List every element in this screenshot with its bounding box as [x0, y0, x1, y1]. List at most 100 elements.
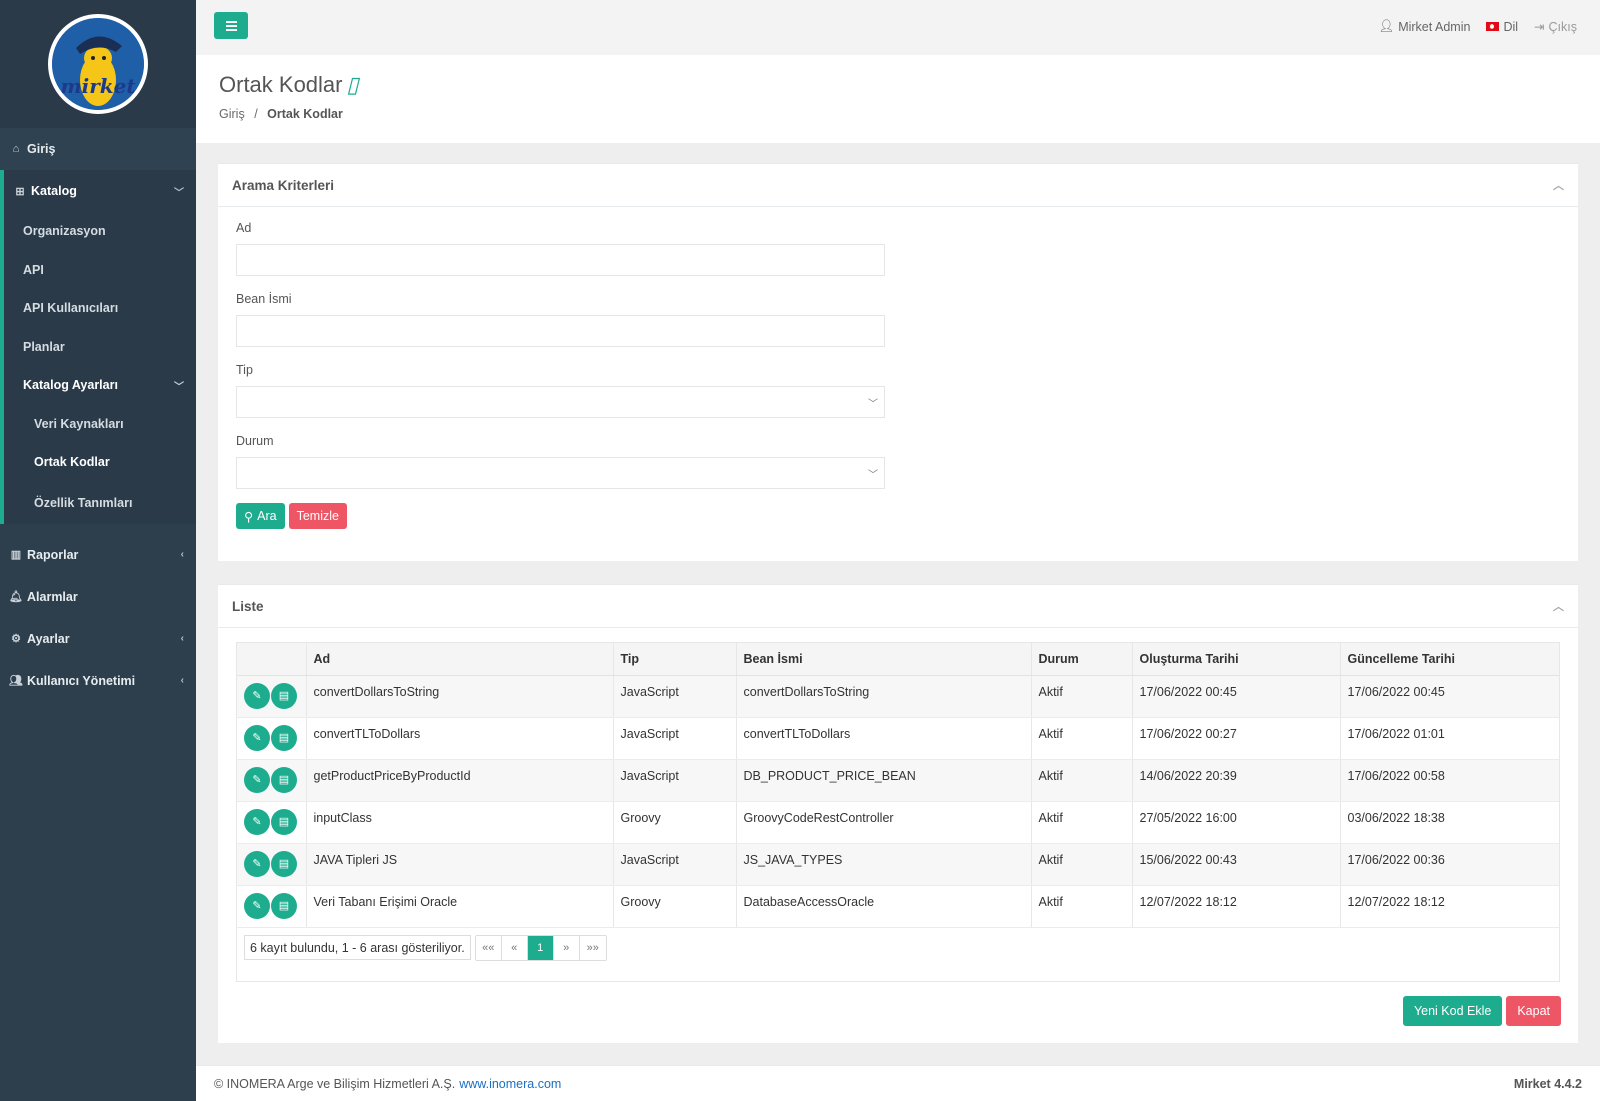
name-input[interactable] — [236, 244, 885, 276]
cell-tip: JavaScript — [613, 759, 737, 802]
document-icon[interactable]: ▤ — [271, 682, 297, 709]
cell-tip: JavaScript — [613, 843, 737, 886]
sidebar-item-api[interactable]: API — [4, 251, 196, 290]
language-link[interactable]: Dil — [1486, 19, 1518, 34]
row-actions: ✎ ▤ — [237, 717, 307, 760]
breadcrumb-separator: / — [254, 107, 258, 121]
add-code-button[interactable]: Yeni Kod Ekle — [1402, 996, 1503, 1026]
codes-table: Ad Tip Bean İsmi Durum Oluşturma Tarihi … — [237, 643, 1559, 928]
cell-durum: Aktif — [1031, 801, 1133, 844]
edit-pencil-icon[interactable]: ✎ — [244, 766, 270, 793]
column-header-durum[interactable]: Durum — [1031, 643, 1133, 676]
chevron-up-icon[interactable]: ︿ — [1553, 177, 1564, 193]
breadcrumb-home-link[interactable]: Giriş — [219, 107, 245, 121]
sidebar-item-api-kullanicilari[interactable]: API Kullanıcıları — [4, 289, 196, 328]
pagination-buttons: «« « 1 » »» — [474, 934, 607, 961]
document-icon[interactable]: ▤ — [271, 766, 297, 793]
type-select[interactable]: ﹀ — [236, 386, 885, 418]
chevron-up-icon[interactable]: ︿ — [1553, 598, 1564, 614]
sidebar-item-label: Katalog Ayarları — [23, 378, 118, 393]
list-actions: Yeni Kod Ekle Kapat — [1402, 996, 1561, 1026]
chevron-down-icon: ﹀ — [868, 399, 878, 410]
edit-pencil-icon[interactable]: ✎ — [244, 682, 270, 709]
users-icon: 👥︎ — [9, 675, 23, 687]
edit-pencil-icon[interactable]: ✎ — [244, 850, 270, 877]
document-icon[interactable]: ▤ — [271, 850, 297, 877]
cell-tip: Groovy — [613, 801, 737, 844]
status-select[interactable]: ﹀ — [236, 457, 885, 489]
cell-bean-ismi: convertTLToDollars — [736, 717, 1032, 760]
sign-out-icon: ⇥ — [1534, 20, 1545, 34]
logout-label: Çıkış — [1548, 19, 1577, 34]
table-row: ✎ ▤ inputClass Groovy GroovyCodeRestControll… — [237, 801, 1559, 844]
user-icon: 👤︎ — [1378, 19, 1395, 33]
actions-column-header — [237, 643, 307, 676]
user-menu-link[interactable]: 👤︎ Mirket Admin — [1378, 19, 1470, 34]
sidebar-item-katalog-ayarlari[interactable]: Katalog Ayarları ﹀ — [4, 366, 196, 405]
edit-pencil-icon[interactable]: ✎ — [244, 892, 270, 919]
name-label: Ad — [236, 221, 252, 235]
cell-durum: Aktif — [1031, 675, 1133, 718]
edit-pencil-icon[interactable]: ✎ — [244, 808, 270, 835]
cell-durum: Aktif — [1031, 885, 1133, 928]
sidebar-item-label: Giriş — [27, 142, 56, 156]
document-icon[interactable]: ▤ — [271, 892, 297, 919]
pagination-info: 6 kayıt bulundu, 1 - 6 arası gösteriliyo… — [244, 935, 471, 960]
column-header-ad[interactable]: Ad — [306, 643, 614, 676]
cell-guncelleme-tarihi: 12/07/2022 18:12 — [1340, 885, 1559, 928]
column-header-bean-ismi[interactable]: Bean İsmi — [736, 643, 1032, 676]
cell-olusturma-tarihi: 17/06/2022 00:45 — [1132, 675, 1341, 718]
sidebar-item-label: API Kullanıcıları — [23, 301, 119, 316]
mirket-logo[interactable]: mirket — [48, 14, 148, 114]
sidebar-item-planlar[interactable]: Planlar — [4, 328, 196, 367]
cell-bean-ismi: DatabaseAccessOracle — [736, 885, 1032, 928]
pagination: 6 kayıt bulundu, 1 - 6 arası gösteriliyo… — [237, 928, 1559, 981]
sidebar-item-ayarlar[interactable]: ⚙ Ayarlar ‹ — [0, 618, 196, 660]
sidebar-item-ortak-kodlar[interactable]: Ortak Kodlar — [4, 443, 196, 482]
sidebar-item-kullanici-yonetimi[interactable]: 👥︎ Kullanıcı Yönetimi ‹ — [0, 660, 196, 702]
clear-button[interactable]: Temizle — [288, 503, 347, 529]
chevron-left-icon: ‹ — [180, 633, 184, 644]
bean-name-input[interactable] — [236, 315, 885, 347]
sidebar-item-giris[interactable]: ⌂ Giriş — [0, 128, 196, 170]
cell-olusturma-tarihi: 15/06/2022 00:43 — [1132, 843, 1341, 886]
row-actions: ✎ ▤ — [237, 759, 307, 802]
sidebar-item-veri-kaynaklari[interactable]: Veri Kaynakları — [4, 405, 196, 444]
page-1-button[interactable]: 1 — [527, 935, 554, 960]
table-row: ✎ ▤ JAVA Tipleri JS JavaScript JS_JAVA_TYPES… — [237, 843, 1559, 886]
hamburger-icon — [225, 24, 237, 27]
cell-ad: JAVA Tipleri JS — [306, 843, 614, 886]
sidebar-item-ozellik-tanimlari[interactable]: Özellik Tanımları — [4, 482, 196, 524]
document-icon[interactable]: ▤ — [271, 808, 297, 835]
first-page-button[interactable]: «« — [476, 935, 502, 960]
cell-ad: convertTLToDollars — [306, 717, 614, 760]
document-icon[interactable]: ▤ — [271, 724, 297, 751]
cell-tip: JavaScript — [613, 717, 737, 760]
sidebar-item-organizasyon[interactable]: Organizasyon — [4, 212, 196, 251]
edit-pencil-icon[interactable]: ✎ — [244, 724, 270, 751]
sidebar-toggle-button[interactable] — [214, 12, 248, 39]
close-button[interactable]: Kapat — [1506, 996, 1561, 1026]
last-page-button[interactable]: »» — [580, 936, 606, 960]
sidebar-item-katalog[interactable]: ⊞ Katalog ﹀ — [4, 170, 196, 212]
sidebar-item-label: Ortak Kodlar — [34, 455, 110, 470]
sidebar-item-raporlar[interactable]: ▥ Raporlar ‹ — [0, 534, 196, 576]
table-row: ✎ ▤ convertTLToDollars JavaScript convertTLT… — [237, 717, 1559, 760]
logout-link[interactable]: ⇥ Çıkış — [1534, 19, 1577, 35]
page-header: Ortak Kodlar ▯ Giriş / Ortak Kodlar — [196, 55, 1600, 143]
row-actions: ✎ ▤ — [237, 843, 307, 886]
column-header-tip[interactable]: Tip — [613, 643, 737, 676]
sidebar-item-label: Organizasyon — [23, 224, 106, 239]
next-page-button[interactable]: » — [554, 935, 580, 960]
search-panel-header: Arama Kriterleri ︿ — [218, 164, 1578, 207]
search-panel: Arama Kriterleri ︿ Ad Bean İsmi Tip ﹀ Du… — [218, 163, 1578, 561]
sidebar-item-alarmlar[interactable]: 🔔︎ Alarmlar — [0, 576, 196, 618]
search-button[interactable]: ⚲ Ara — [236, 503, 285, 529]
column-header-guncelleme-tarihi[interactable]: Güncelleme Tarihi — [1340, 643, 1559, 676]
previous-page-button[interactable]: « — [502, 935, 528, 960]
footer-website-link[interactable]: www.inomera.com — [459, 1077, 561, 1091]
sidebar-item-label: Planlar — [23, 339, 65, 354]
column-header-olusturma-tarihi[interactable]: Oluşturma Tarihi — [1132, 643, 1341, 676]
chevron-left-icon: ‹ — [180, 675, 184, 686]
home-icon: ⌂ — [12, 143, 20, 155]
